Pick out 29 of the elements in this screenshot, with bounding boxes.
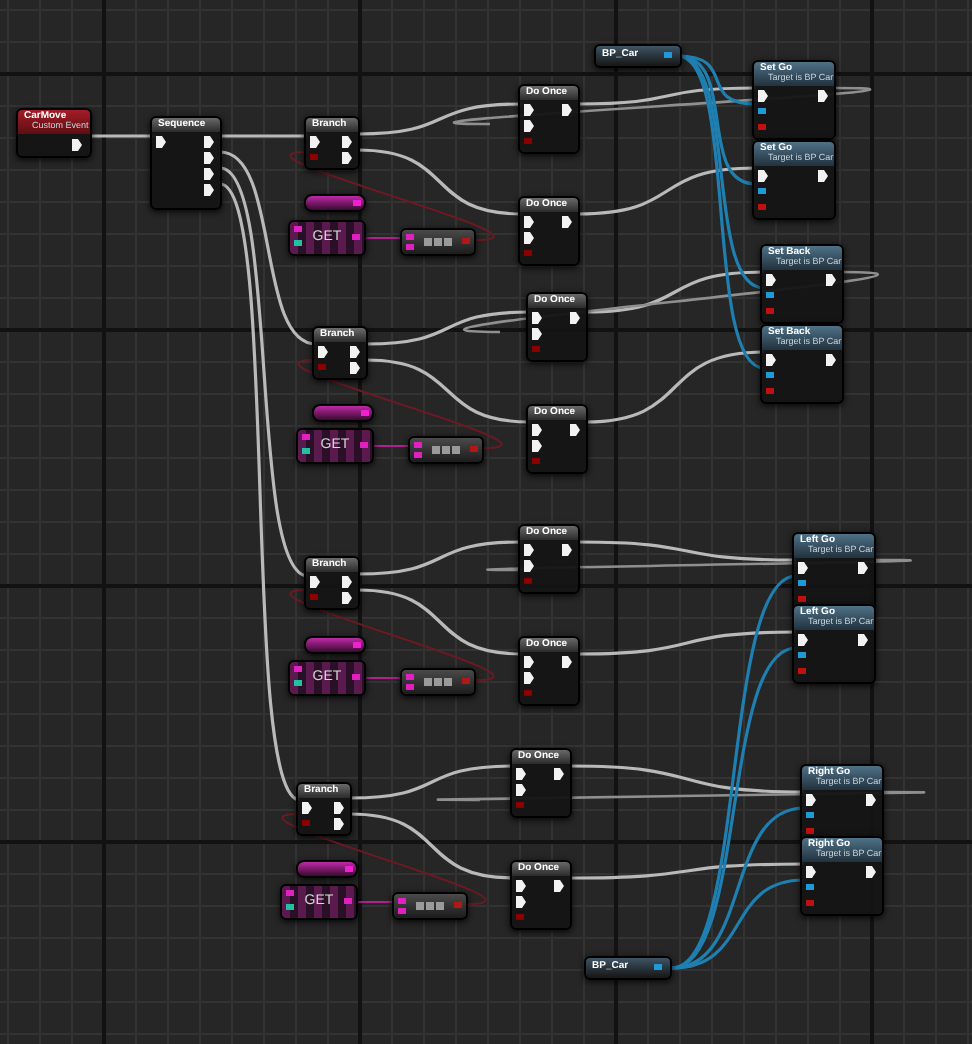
pins-drawing — [652, 961, 664, 974]
wire — [90, 134, 156, 138]
pins-drawing — [402, 230, 474, 254]
pins-drawing — [298, 798, 350, 834]
node[interactable] — [408, 436, 484, 464]
pins-drawing — [344, 865, 354, 873]
pins-drawing — [70, 137, 82, 151]
pins-drawing — [394, 894, 466, 918]
node[interactable] — [304, 194, 366, 212]
node[interactable] — [304, 636, 366, 654]
pins-drawing — [314, 342, 366, 378]
squares-icon — [432, 446, 460, 454]
pins-drawing — [306, 132, 358, 168]
node[interactable] — [392, 892, 468, 920]
node[interactable] — [312, 404, 374, 422]
node[interactable] — [400, 228, 476, 256]
node[interactable] — [400, 668, 476, 696]
pins-drawing — [662, 49, 674, 62]
squares-icon — [424, 678, 452, 686]
node[interactable] — [296, 860, 358, 878]
pins-drawing — [306, 572, 358, 608]
wire — [220, 134, 308, 138]
pins-drawing — [352, 641, 362, 649]
pins-drawing — [402, 670, 474, 694]
squares-icon — [416, 902, 444, 910]
pins-drawing — [410, 438, 482, 462]
pins-drawing — [352, 199, 362, 207]
pins-drawing — [360, 409, 370, 417]
squares-icon — [424, 238, 452, 246]
